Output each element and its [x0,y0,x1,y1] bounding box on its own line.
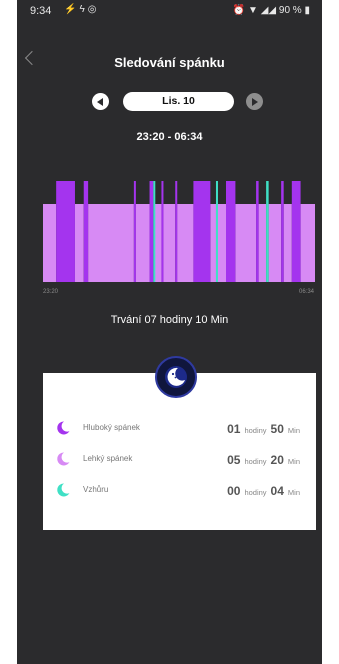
moon-shape [57,452,70,466]
sleep-segment [161,181,164,282]
sleep-segment [175,181,178,282]
hours-unit: hodiny [244,457,267,466]
triangle-right-icon [252,97,258,106]
sleep-stage-chart [43,181,315,282]
triangle-left-icon [97,97,103,106]
sleep-segment [217,204,226,282]
date-selector[interactable]: Lis. 10 [123,92,234,111]
minutes-unit: Min [287,457,300,466]
summary-values: 05 hodiny 20 Min [227,451,304,469]
moon-stars-icon [165,366,187,388]
hours-value: 05 [227,453,241,467]
next-day-button[interactable] [246,93,263,110]
summary-label: Hluboký spánek [83,423,140,432]
hours-unit: hodiny [244,488,267,497]
summary-values: 01 hodiny 50 Min [227,420,304,438]
crescent-moon-icon [57,483,70,497]
summary-label: Vzhůru [83,485,109,494]
minutes-value: 50 [270,422,284,436]
sleep-segment [83,181,89,282]
sleep-segment [133,181,136,282]
summary-values: 00 hodiny 04 Min [227,482,304,500]
battery-icon: ▮ [304,5,310,16]
sleep-segment [88,204,134,282]
status-bar: 9:34 ⚡ϟ◎ ⏰ ▼ ◢◢ 90 % ▮ [17,0,322,22]
notification-icons: ⚡ϟ◎ [64,4,99,15]
wifi-icon: ▼ [248,5,258,16]
sleep-segment [177,204,194,282]
sleep-tracking-screen: 9:34 ⚡ϟ◎ ⏰ ▼ ◢◢ 90 % ▮ Sledování spánku … [17,0,322,664]
minutes-unit: Min [287,488,300,497]
sleep-segment [135,204,150,282]
status-right: ⏰ ▼ ◢◢ 90 % ▮ [233,5,310,16]
sleep-segment [43,204,57,282]
sleep-segment [256,181,259,282]
sleep-segment [268,204,282,282]
sleep-time-range: 23:20 - 06:34 [136,131,203,143]
sleep-segment [149,181,154,282]
sleep-segment [258,204,267,282]
star [174,376,177,379]
minutes-value: 20 [270,453,284,467]
sleep-segment [226,181,236,282]
sleep-segment [235,204,257,282]
signal-icon: ◢◢ [260,5,277,16]
page-title: Sledování spánku [114,55,225,70]
sleep-segment [266,181,269,282]
moon-shape [57,421,70,435]
sleep-segment [56,181,75,282]
sleep-segment [210,204,216,282]
sleep-segment [153,181,156,282]
battery-percent: 90 % [278,5,302,16]
star [171,372,175,376]
summary-row-awake: Vzhůru 00 hodiny 04 Min [43,480,316,500]
messenger-icon: ◎ [87,4,100,15]
sleep-segment [291,181,301,282]
hours-unit: hodiny [244,426,267,435]
sleep-segment [163,204,176,282]
sleep-segment [300,204,315,282]
previous-day-button[interactable] [92,93,109,110]
minutes-unit: Min [287,426,300,435]
flash-icon: ϟ [79,4,88,15]
sleep-segment [193,181,211,282]
sleep-segment [281,181,284,282]
crescent-moon-icon [57,421,70,435]
summary-row-light: Lehký spánek 05 hodiny 20 Min [43,449,316,469]
sleep-segment [74,204,84,282]
sleep-segment [215,181,218,282]
sleep-duration: Trvání 07 hodiny 10 Min [110,314,229,326]
sleep-moon-badge-icon [155,356,197,398]
hours-value: 00 [227,484,241,498]
minutes-value: 04 [270,484,284,498]
axis-end-label: 06:34 [298,289,314,295]
summary-label: Lehký spánek [83,454,133,463]
sleep-segment [283,204,292,282]
crescent-moon-icon [57,452,70,466]
lightning-icon: ⚡ [64,4,80,15]
axis-start-label: 23:20 [43,289,59,295]
moon-shape [57,483,70,497]
summary-row-deep: Hluboký spánek 01 hodiny 50 Min [43,418,316,438]
date-navigator: Lis. 10 [17,92,322,112]
alarm-icon: ⏰ [232,5,246,16]
hours-value: 01 [227,422,241,436]
status-time: 9:34 [30,5,52,17]
